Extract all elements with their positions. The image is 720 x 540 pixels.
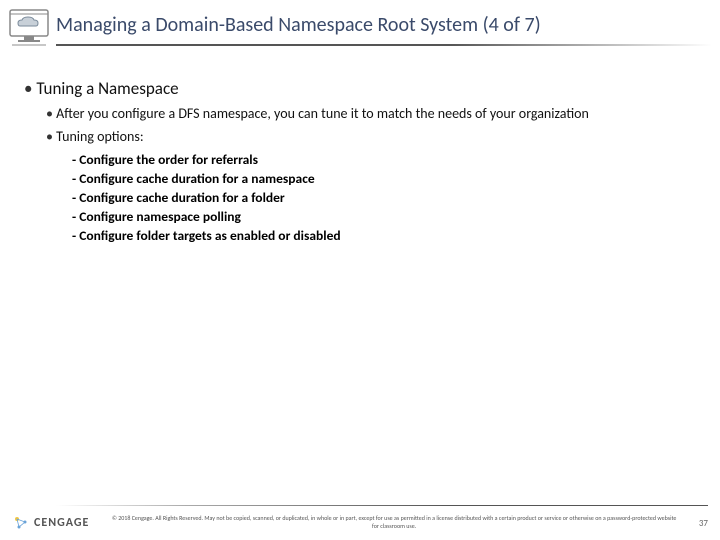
brand-logo: CENGAGE <box>12 514 89 532</box>
option-2: Configure cache duration for a namespace <box>72 170 696 187</box>
monitor-cloud-icon <box>8 8 50 46</box>
copyright-text: © 2018 Cengage. All Rights Reserved. May… <box>89 515 698 531</box>
sub-bullet-1: After you configure a DFS namespace, you… <box>46 105 696 124</box>
sub-bullet-2: Tuning options: <box>46 128 696 147</box>
option-4: Configure namespace polling <box>72 208 696 225</box>
slide-footer: CENGAGE © 2018 Cengage. All Rights Reser… <box>0 514 720 532</box>
slide-content: Tuning a Namespace After you configure a… <box>0 48 720 244</box>
cengage-mark-icon <box>12 514 30 532</box>
footer-divider <box>56 505 708 506</box>
heading-bullet: Tuning a Namespace <box>24 78 696 99</box>
option-1: Configure the order for referrals <box>72 151 696 168</box>
slide-title: Managing a Domain-Based Namespace Root S… <box>56 13 541 41</box>
option-5: Configure folder targets as enabled or d… <box>72 227 696 244</box>
page-number: 37 <box>699 518 708 529</box>
title-divider <box>56 44 712 46</box>
brand-text: CENGAGE <box>34 516 89 530</box>
option-3: Configure cache duration for a folder <box>72 189 696 206</box>
